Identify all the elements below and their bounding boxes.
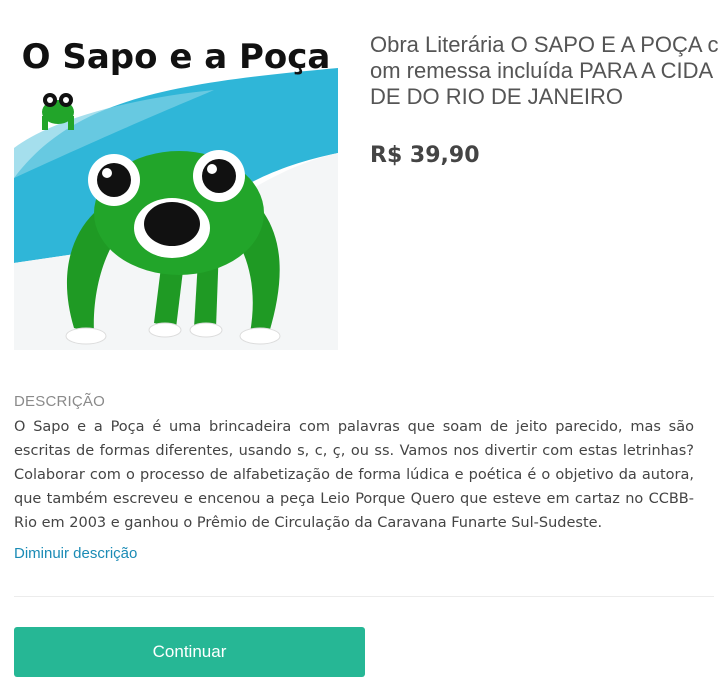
divider xyxy=(14,596,714,597)
collapse-description-link[interactable]: Diminuir descrição xyxy=(14,545,137,562)
continue-button[interactable]: Continuar xyxy=(14,627,365,677)
description-text: O Sapo e a Poça é uma brincadeira com pa… xyxy=(14,419,694,531)
product-image: O Sapo e a Poça xyxy=(14,28,338,350)
product-price: R$ 39,90 xyxy=(370,143,480,168)
product-title: Obra Literária O SAPO E A POÇA com remes… xyxy=(370,32,719,109)
image-caption: O Sapo e a Poça xyxy=(22,37,331,77)
description-heading: DESCRIÇÃO xyxy=(14,393,105,410)
